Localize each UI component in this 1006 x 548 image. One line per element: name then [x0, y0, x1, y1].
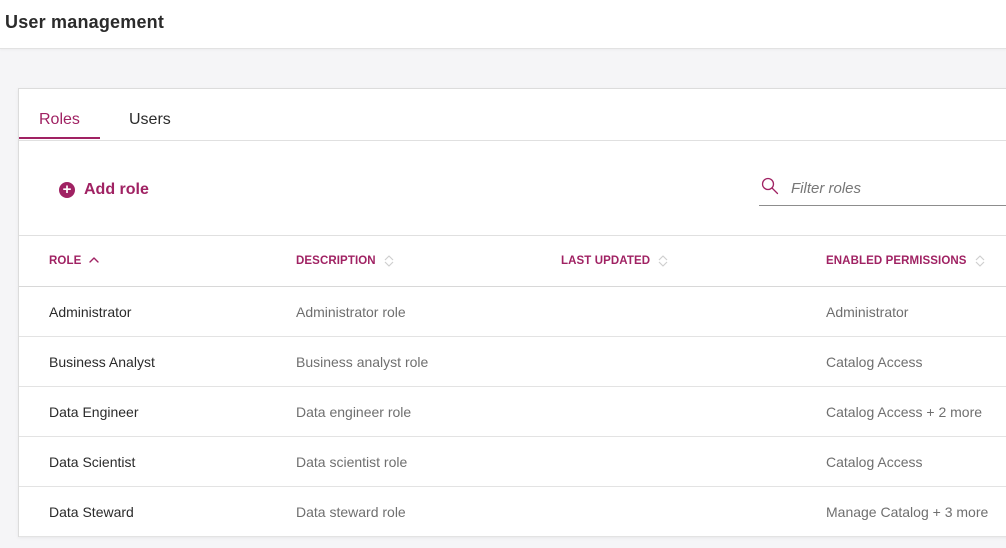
- roles-table: ROLE DESCRIPTION LAST UPDATED ENABLED PE…: [19, 235, 1006, 537]
- column-header-label: ROLE: [49, 255, 82, 267]
- top-header: User management: [0, 0, 1006, 49]
- column-header-enabled-permissions[interactable]: ENABLED PERMISSIONS: [826, 254, 986, 268]
- column-header-label: ENABLED PERMISSIONS: [826, 255, 967, 267]
- table-row[interactable]: Business Analyst Business analyst role C…: [19, 337, 1006, 387]
- cell-role: Data Steward: [49, 504, 134, 520]
- cell-role: Data Scientist: [49, 454, 136, 470]
- sort-icon: [658, 255, 668, 267]
- cell-permissions: Catalog Access: [826, 354, 923, 370]
- tab-users[interactable]: Users: [129, 111, 171, 129]
- cell-role: Business Analyst: [49, 354, 155, 370]
- active-tab-indicator: [19, 137, 100, 139]
- cell-permissions: Catalog Access: [826, 454, 923, 470]
- cell-role: Data Engineer: [49, 404, 139, 420]
- table-row[interactable]: Data Engineer Data engineer role Catalog…: [19, 387, 1006, 437]
- cell-permissions: Manage Catalog + 3 more: [826, 504, 989, 520]
- sort-icon: [975, 255, 984, 267]
- cell-permissions: Administrator: [826, 304, 909, 320]
- column-header-description[interactable]: DESCRIPTION: [296, 254, 395, 268]
- cell-description: Data steward role: [296, 504, 406, 520]
- cell-role: Administrator: [49, 304, 132, 320]
- cell-description: Administrator role: [296, 304, 406, 320]
- add-role-button[interactable]: + Add role: [59, 181, 149, 199]
- filter-roles-input[interactable]: [791, 175, 1006, 201]
- table-row[interactable]: Data Steward Data steward role Manage Ca…: [19, 487, 1006, 537]
- table-header: ROLE DESCRIPTION LAST UPDATED ENABLED PE…: [19, 235, 1006, 287]
- cell-description: Data engineer role: [296, 404, 412, 420]
- filter-field[interactable]: [759, 173, 1006, 206]
- column-header-label: DESCRIPTION: [296, 255, 376, 267]
- column-header-last-updated[interactable]: LAST UPDATED: [561, 254, 669, 268]
- tab-bar: Roles Users: [19, 89, 1006, 141]
- column-header-role[interactable]: ROLE: [49, 254, 100, 268]
- tab-roles[interactable]: Roles: [39, 111, 80, 129]
- sort-icon: [384, 255, 394, 267]
- cell-description: Data scientist role: [296, 454, 408, 470]
- cell-description: Business analyst role: [296, 354, 429, 370]
- add-role-label: Add role: [84, 181, 149, 198]
- cell-permissions: Catalog Access + 2 more: [826, 404, 983, 420]
- table-row[interactable]: Administrator Administrator role Adminis…: [19, 287, 1006, 337]
- table-row[interactable]: Data Scientist Data scientist role Catal…: [19, 437, 1006, 487]
- roles-card: Roles Users + Add role ROLE DESCRIPTION: [18, 88, 1006, 537]
- sort-ascending-icon: [89, 257, 100, 263]
- search-icon: [761, 177, 779, 195]
- page-title: User management: [5, 12, 165, 32]
- plus-circle-icon: +: [59, 182, 75, 198]
- column-header-label: LAST UPDATED: [561, 255, 651, 267]
